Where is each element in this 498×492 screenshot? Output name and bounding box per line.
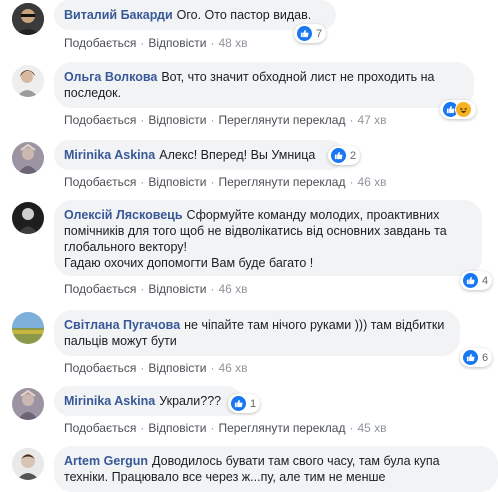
comment-author[interactable]: Світлана Пугачова	[64, 318, 180, 332]
reaction-summary[interactable]: 6	[460, 348, 493, 367]
comment-bubble: Mirinika Askina Украли???	[54, 386, 242, 416]
avatar[interactable]	[12, 312, 44, 344]
like-link[interactable]: Подобається	[64, 175, 136, 189]
timestamp[interactable]: 48 хв	[218, 36, 247, 50]
like-link[interactable]: Подобається	[64, 282, 136, 296]
reaction-summary[interactable]: 4	[460, 271, 493, 290]
comment-bubble: Виталий Бакарди Ого. Ото пастор видав.	[54, 0, 336, 30]
comment-bubble: Ольга Волкова Вот, что значит обходной ли…	[54, 62, 474, 108]
haha-icon	[455, 101, 472, 118]
reaction-summary[interactable]: 7	[294, 24, 327, 43]
timestamp[interactable]: 45 хв	[357, 421, 386, 435]
like-link[interactable]: Подобається	[64, 421, 136, 435]
comment-author[interactable]: Artem Gergun	[64, 454, 148, 468]
see-translation-link[interactable]: Переглянути переклад	[218, 421, 345, 435]
reply-link[interactable]: Відповісти	[148, 175, 206, 189]
timestamp[interactable]: 47 хв	[357, 113, 386, 127]
reply-link[interactable]: Відповісти	[148, 421, 206, 435]
reaction-summary[interactable]	[440, 100, 476, 119]
comment-actions: Подобається · Відповісти · Переглянути перек…	[64, 113, 387, 127]
comment-text-line2: Гадаю охочих допомогти Вам буде багато !	[64, 256, 314, 270]
avatar[interactable]	[12, 202, 44, 234]
timestamp[interactable]: 46 хв	[357, 175, 386, 189]
like-icon	[296, 25, 313, 42]
comment-bubble: Artem Gergun Доводилось бувати там свого …	[54, 446, 498, 492]
reply-link[interactable]: Відповісти	[148, 113, 206, 127]
like-icon	[230, 395, 247, 412]
see-translation-link[interactable]: Переглянути переклад	[218, 113, 345, 127]
comment-actions: Подобається · Відповісти · 48 хв	[64, 36, 248, 50]
like-link[interactable]: Подобається	[64, 361, 136, 375]
comment-actions: Подобається · Відповісти · 46 хв	[64, 361, 248, 375]
reaction-summary[interactable]: 2	[328, 146, 361, 165]
comment-author[interactable]: Ольга Волкова	[64, 70, 157, 84]
like-link[interactable]: Подобається	[64, 36, 136, 50]
comment-text: Украли???	[159, 394, 222, 408]
avatar[interactable]	[12, 65, 44, 97]
comment-bubble: Олексій Лясковець Сформуйте команду молод…	[54, 200, 482, 276]
reaction-count: 6	[482, 351, 489, 364]
reaction-summary[interactable]: 1	[228, 394, 261, 413]
like-icon	[462, 349, 479, 366]
avatar[interactable]	[12, 3, 44, 35]
like-link[interactable]: Подобається	[64, 113, 136, 127]
reaction-count: 4	[482, 274, 489, 287]
avatar[interactable]	[12, 142, 44, 174]
timestamp[interactable]: 46 хв	[218, 361, 247, 375]
comment-bubble: Mirinika Askina Алекс! Вперед! Вы Умница	[54, 140, 344, 170]
comment-actions: Подобається · Відповісти · 46 хв	[64, 282, 248, 296]
reaction-count: 1	[250, 397, 257, 410]
reply-link[interactable]: Відповісти	[148, 282, 206, 296]
reply-link[interactable]: Відповісти	[148, 36, 206, 50]
comment-author[interactable]: Виталий Бакарди	[64, 8, 173, 22]
see-translation-link[interactable]: Переглянути переклад	[218, 175, 345, 189]
like-icon	[462, 272, 479, 289]
comment-author[interactable]: Олексій Лясковець	[64, 208, 183, 222]
reaction-count: 7	[316, 27, 323, 40]
avatar[interactable]	[12, 448, 44, 480]
reaction-count: 2	[350, 149, 357, 162]
comment-author[interactable]: Mirinika Askina	[64, 148, 155, 162]
avatar[interactable]	[12, 388, 44, 420]
comment-text: Ого. Ото пастор видав.	[176, 8, 312, 22]
comment-text: Алекс! Вперед! Вы Умница	[159, 148, 316, 162]
comment-bubble: Світлана Пугачова не чіпайте там нічого р…	[54, 310, 460, 356]
comment-actions: Подобається · Відповісти · Переглянути перек…	[64, 175, 387, 189]
like-icon	[330, 147, 347, 164]
reply-link[interactable]: Відповісти	[148, 361, 206, 375]
comment-author[interactable]: Mirinika Askina	[64, 394, 155, 408]
timestamp[interactable]: 46 хв	[218, 282, 247, 296]
comment-actions: Подобається · Відповісти · Переглянути перек…	[64, 421, 387, 435]
